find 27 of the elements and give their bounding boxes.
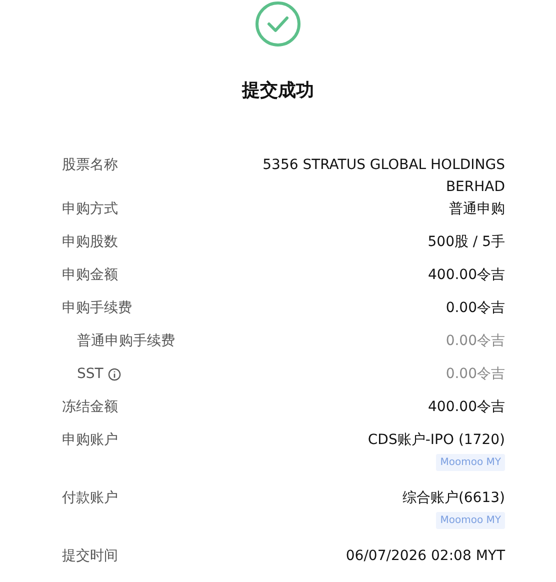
field-label: 付款账户: [62, 489, 118, 508]
field-value: 400.00令吉: [428, 398, 505, 417]
status-title: 提交成功: [242, 79, 314, 103]
field-label: 申购手续费: [62, 299, 132, 318]
field-label: SST: [77, 365, 104, 384]
account-tag: Moomoo MY: [436, 454, 505, 471]
field-label: 普通申购手续费: [77, 332, 175, 351]
field-value: 0.00令吉: [446, 332, 505, 351]
field-value: 普通申购: [449, 200, 505, 219]
field-label: 申购金额: [62, 266, 118, 285]
field-label: 冻结金额: [62, 398, 118, 417]
info-icon[interactable]: [108, 368, 122, 380]
field-label: 申购方式: [62, 200, 118, 219]
field-value: 0.00令吉: [446, 365, 505, 384]
field-value: 0.00令吉: [446, 299, 505, 318]
field-label: 提交时间: [62, 547, 118, 566]
field-value: 综合账户(6613): [402, 489, 505, 508]
field-label: 申购账户: [62, 431, 118, 450]
field-label: 股票名称: [62, 156, 118, 175]
field-label: 申购股数: [62, 233, 118, 252]
success-check-icon: [255, 1, 301, 47]
account-tag: Moomoo MY: [436, 512, 505, 529]
field-value: CDS账户-IPO (1720): [368, 431, 505, 450]
field-value: 06/07/2026 02:08 MYT: [346, 547, 505, 566]
field-value: 400.00令吉: [428, 266, 505, 285]
field-value: 5356 STRATUS GLOBAL HOLDINGS BERHAD: [262, 156, 505, 197]
field-value: 500股 / 5手: [428, 233, 505, 252]
